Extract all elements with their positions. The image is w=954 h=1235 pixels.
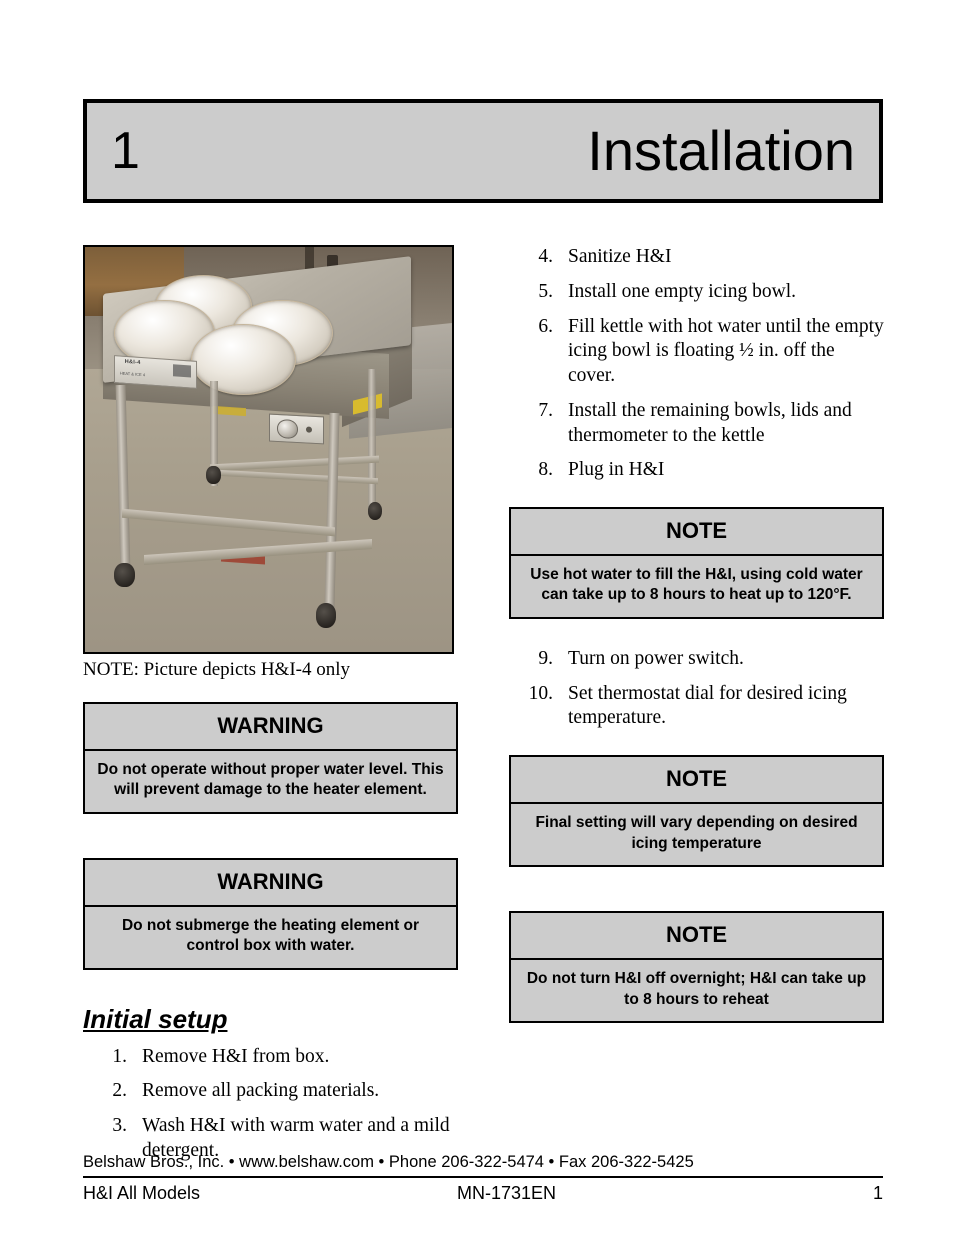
list-item-text: Plug in H&I	[568, 459, 665, 481]
list-item-text: Fill kettle with hot water until the emp…	[568, 315, 884, 387]
chapter-header-banner: 1 Installation	[83, 99, 883, 203]
caster-wheel	[206, 465, 221, 484]
note-title: NOTE	[511, 913, 882, 961]
caster-wheel	[316, 603, 337, 628]
thermostat-control-box	[268, 413, 324, 445]
list-item: 8. Plug in H&I	[509, 458, 884, 483]
list-item: 10. Set thermostat dial for desired icin…	[509, 682, 884, 732]
photo-caption: NOTE: Picture depicts H&I-4 only	[83, 659, 351, 680]
thermostat-dial-knob	[276, 419, 298, 439]
note-box-final-setting: NOTE Final setting will vary depending o…	[509, 755, 884, 868]
note-box-hot-water: NOTE Use hot water to fill the H&I, usin…	[509, 507, 884, 619]
initial-setup-steps: 1. Remove H&I from box. 2. Remove all pa…	[83, 1045, 458, 1164]
list-item-number: 8.	[538, 459, 553, 481]
note-title: NOTE	[511, 757, 882, 805]
photo-scene: H&I-4 HEAT & ICE 4	[85, 247, 452, 652]
installation-steps-group-1: 4. Sanitize H&I 5. Install one empty ici…	[509, 245, 884, 483]
list-item-number: 5.	[538, 280, 553, 302]
left-column: H&I-4 HEAT & ICE 4 NOTE: Picture depicts…	[83, 245, 458, 1174]
footer-row: H&I All Models MN-1731EN 1	[83, 1178, 883, 1204]
note-title: NOTE	[511, 509, 882, 556]
nameplate-description: HEAT & ICE 4	[120, 370, 146, 378]
note-box-overnight: NOTE Do not turn H&I off overnight; H&I …	[509, 911, 884, 1023]
caster-wheel	[114, 562, 135, 588]
warning-box-submerge: WARNING Do not submerge the heating elem…	[83, 857, 458, 970]
right-column: 4. Sanitize H&I 5. Install one empty ici…	[509, 245, 884, 1023]
chapter-title: Installation	[587, 119, 855, 182]
list-item-text: Remove H&I from box.	[142, 1045, 330, 1067]
list-item-text: Turn on power switch.	[568, 647, 744, 669]
nameplate-model: H&I-4	[125, 359, 141, 367]
cart-leg	[367, 368, 376, 511]
warning-text: Do not operate without proper water leve…	[97, 760, 444, 799]
indicator-light	[305, 426, 311, 433]
list-item-number: 7.	[538, 399, 553, 421]
list-item-number: 6.	[538, 315, 553, 337]
list-item: 4. Sanitize H&I	[509, 245, 884, 270]
list-item: 7. Install the remaining bowls, lids and…	[509, 399, 884, 449]
list-item-text: Install the remaining bowls, lids and th…	[568, 399, 852, 446]
list-item-number: 9.	[538, 647, 553, 669]
list-item-number: 4.	[538, 246, 553, 267]
icing-bowl	[191, 323, 297, 395]
list-item-text: Remove all packing materials.	[142, 1080, 380, 1102]
list-item-text: Sanitize H&I	[568, 246, 672, 267]
footer-document-number: MN-1731EN	[456, 1183, 557, 1203]
list-item-number: 10.	[528, 682, 553, 704]
list-item-text: Set thermostat dial for desired icing te…	[568, 682, 847, 729]
list-item-number: 2.	[112, 1080, 127, 1102]
page-footer: Belshaw Bros., Inc. • www.belshaw.com • …	[83, 1153, 883, 1204]
list-item: 1. Remove H&I from box.	[83, 1045, 458, 1070]
section-heading-initial-setup: Initial setup	[83, 1003, 228, 1034]
list-item: 9. Turn on power switch.	[509, 647, 884, 672]
footer-model-name: H&I All Models	[83, 1183, 201, 1203]
installation-steps-group-2: 9. Turn on power switch. 10. Set thermos…	[509, 647, 884, 731]
list-item: 5. Install one empty icing bowl.	[509, 280, 884, 305]
warning-title: WARNING	[85, 704, 456, 751]
footer-page-number: 1	[872, 1183, 883, 1203]
note-text: Final setting will vary depending on des…	[535, 814, 858, 852]
list-item-number: 1.	[112, 1045, 127, 1067]
chapter-number: 1	[111, 122, 140, 180]
list-item: 6. Fill kettle with hot water until the …	[509, 315, 884, 389]
brand-logo	[173, 364, 192, 378]
product-photo: H&I-4 HEAT & ICE 4	[83, 245, 454, 654]
note-text: Use hot water to fill the H&I, using col…	[530, 566, 863, 604]
list-item-number: 3.	[112, 1115, 127, 1137]
warning-box-water-level: WARNING Do not operate without proper wa…	[83, 701, 458, 814]
footer-company-line: Belshaw Bros., Inc. • www.belshaw.com • …	[83, 1153, 694, 1171]
warning-text: Do not submerge the heating element or c…	[121, 916, 420, 955]
warning-title: WARNING	[85, 860, 456, 907]
note-text: Do not turn H&I off overnight; H&I can t…	[526, 970, 867, 1008]
list-item: 2. Remove all packing materials.	[83, 1079, 458, 1104]
document-page: 1 Installation H&I-4 HEAT & ICE 4 NOTE: …	[0, 0, 954, 1235]
list-item-text: Install one empty icing bowl.	[568, 280, 797, 302]
